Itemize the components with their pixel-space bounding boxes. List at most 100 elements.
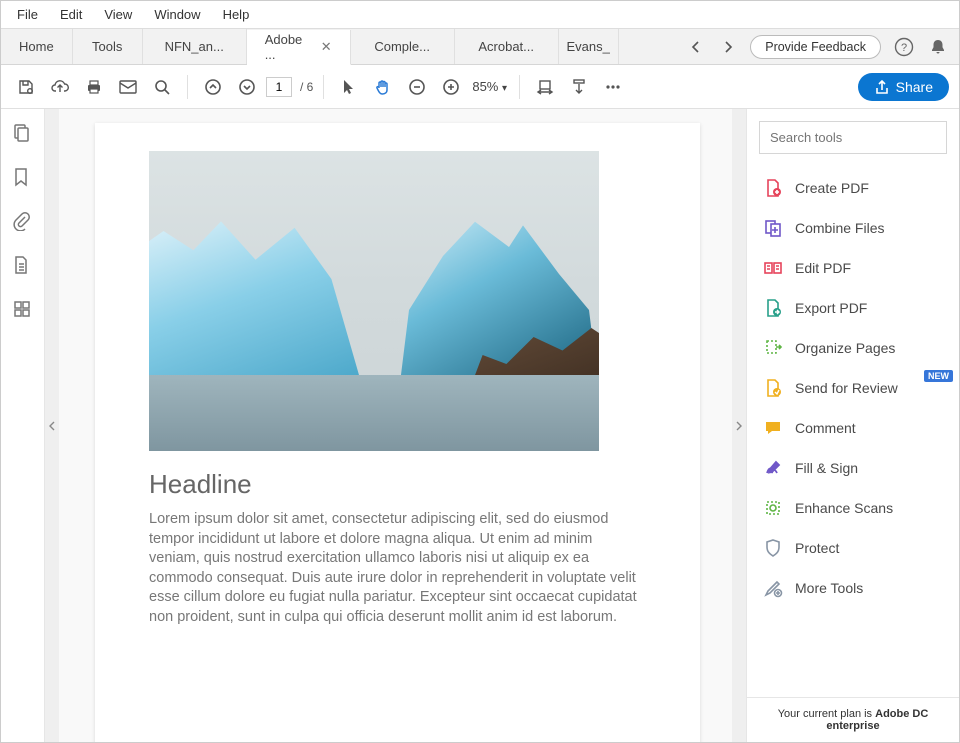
right-gutter-toggle[interactable] [732, 109, 746, 742]
tool-create[interactable]: Create PDF [747, 168, 959, 208]
tools-list: Create PDF Combine Files Edit PDF Export PD… [747, 162, 959, 697]
bookmark-icon[interactable] [12, 167, 34, 189]
tool-edit[interactable]: Edit PDF [747, 248, 959, 288]
mail-icon[interactable] [113, 72, 143, 102]
document-area: Headline Lorem ipsum dolor sit amet, con… [45, 109, 746, 742]
document-icon[interactable] [12, 255, 34, 277]
plan-footer: Your current plan is Adobe DC enterprise [747, 697, 959, 742]
tab-bar: Home Tools NFN_an... Adobe ... ✕ Comple..… [1, 29, 959, 65]
tab-file-2-label: Comple... [374, 39, 430, 54]
tab-tools[interactable]: Tools [73, 29, 143, 64]
page-up-icon[interactable] [198, 72, 228, 102]
tab-file-3-label: Acrobat... [478, 39, 534, 54]
tool-more[interactable]: More Tools [747, 568, 959, 608]
menu-file[interactable]: File [7, 3, 48, 26]
tab-file-1[interactable]: Adobe ... ✕ [247, 30, 351, 65]
attachment-icon[interactable] [12, 211, 34, 233]
comment-icon [763, 418, 783, 438]
menu-edit[interactable]: Edit [50, 3, 92, 26]
edit-icon [763, 258, 783, 278]
zoom-level-select[interactable]: 85% ▾ [470, 77, 509, 96]
tool-label: Create PDF [795, 180, 869, 196]
page-number-input[interactable] [266, 77, 292, 97]
chevron-down-icon: ▾ [502, 83, 507, 94]
menu-bar: File Edit View Window Help [1, 1, 959, 29]
scroll-mode-icon[interactable] [564, 72, 594, 102]
zoom-level-label: 85% [472, 79, 498, 94]
tab-home[interactable]: Home [1, 29, 73, 64]
separator [187, 75, 188, 99]
share-label: Share [896, 79, 933, 95]
tool-label: Organize Pages [795, 340, 895, 356]
new-badge: NEW [924, 370, 953, 382]
tool-label: Export PDF [795, 300, 867, 316]
tool-scan[interactable]: Enhance Scans [747, 488, 959, 528]
menu-window[interactable]: Window [144, 3, 210, 26]
combine-icon [763, 218, 783, 238]
tabright: Provide Feedback ? [676, 29, 959, 64]
tool-review[interactable]: Send for Review NEW [747, 368, 959, 408]
more-tools-icon[interactable] [598, 72, 628, 102]
share-button[interactable]: Share [858, 73, 949, 101]
zoom-out-icon[interactable] [402, 72, 432, 102]
search-tools-input[interactable] [759, 121, 947, 154]
zoom-in-icon[interactable] [436, 72, 466, 102]
fit-width-icon[interactable] [530, 72, 560, 102]
close-icon[interactable]: ✕ [321, 39, 332, 55]
tool-organize[interactable]: Organize Pages [747, 328, 959, 368]
prev-tab-button[interactable] [686, 37, 706, 57]
tab-file-4-label: Evans_ [567, 39, 610, 54]
main-area: Headline Lorem ipsum dolor sit amet, con… [1, 109, 959, 742]
tool-sign[interactable]: Fill & Sign [747, 448, 959, 488]
search-icon[interactable] [147, 72, 177, 102]
scan-icon [763, 498, 783, 518]
tool-label: Combine Files [795, 220, 884, 236]
document-body: Lorem ipsum dolor sit amet, consectetur … [149, 510, 646, 627]
tab-file-2[interactable]: Comple... [351, 29, 455, 64]
bell-icon[interactable] [927, 36, 949, 58]
tool-label: Fill & Sign [795, 460, 858, 476]
sign-icon [763, 458, 783, 478]
next-tab-button[interactable] [718, 37, 738, 57]
save-icon[interactable] [11, 72, 41, 102]
tab-file-4[interactable]: Evans_ [559, 29, 619, 64]
plan-text-prefix: Your current plan is [778, 708, 875, 720]
document-headline: Headline [149, 469, 646, 500]
svg-text:?: ? [901, 42, 907, 54]
page-canvas[interactable]: Headline Lorem ipsum dolor sit amet, con… [59, 109, 732, 742]
tab-file-0[interactable]: NFN_an... [143, 29, 247, 64]
print-icon[interactable] [79, 72, 109, 102]
pointer-icon[interactable] [334, 72, 364, 102]
toolbar: / 6 85% ▾ Share [1, 65, 959, 109]
create-icon [763, 178, 783, 198]
feedback-button[interactable]: Provide Feedback [750, 35, 881, 59]
menu-view[interactable]: View [94, 3, 142, 26]
share-icon [874, 79, 890, 95]
left-gutter-toggle[interactable] [45, 109, 59, 742]
tool-label: Send for Review [795, 380, 898, 396]
menu-help[interactable]: Help [213, 3, 260, 26]
separator [323, 75, 324, 99]
hand-icon[interactable] [368, 72, 398, 102]
tool-comment[interactable]: Comment [747, 408, 959, 448]
export-icon [763, 298, 783, 318]
right-panel: Create PDF Combine Files Edit PDF Export PD… [746, 109, 959, 742]
tab-file-1-label: Adobe ... [265, 32, 313, 62]
tool-label: Protect [795, 540, 839, 556]
tool-combine[interactable]: Combine Files [747, 208, 959, 248]
separator [519, 75, 520, 99]
tool-protect[interactable]: Protect [747, 528, 959, 568]
document-image [149, 151, 599, 451]
tool-export[interactable]: Export PDF [747, 288, 959, 328]
left-panel [1, 109, 45, 742]
tab-file-3[interactable]: Acrobat... [455, 29, 559, 64]
thumbnails-icon[interactable] [12, 123, 34, 145]
cloud-upload-icon[interactable] [45, 72, 75, 102]
tool-label: Edit PDF [795, 260, 851, 276]
organize-icon [763, 338, 783, 358]
help-icon[interactable]: ? [893, 36, 915, 58]
tool-label: Comment [795, 420, 856, 436]
more-icon [763, 578, 783, 598]
page-down-icon[interactable] [232, 72, 262, 102]
layers-icon[interactable] [12, 299, 34, 321]
